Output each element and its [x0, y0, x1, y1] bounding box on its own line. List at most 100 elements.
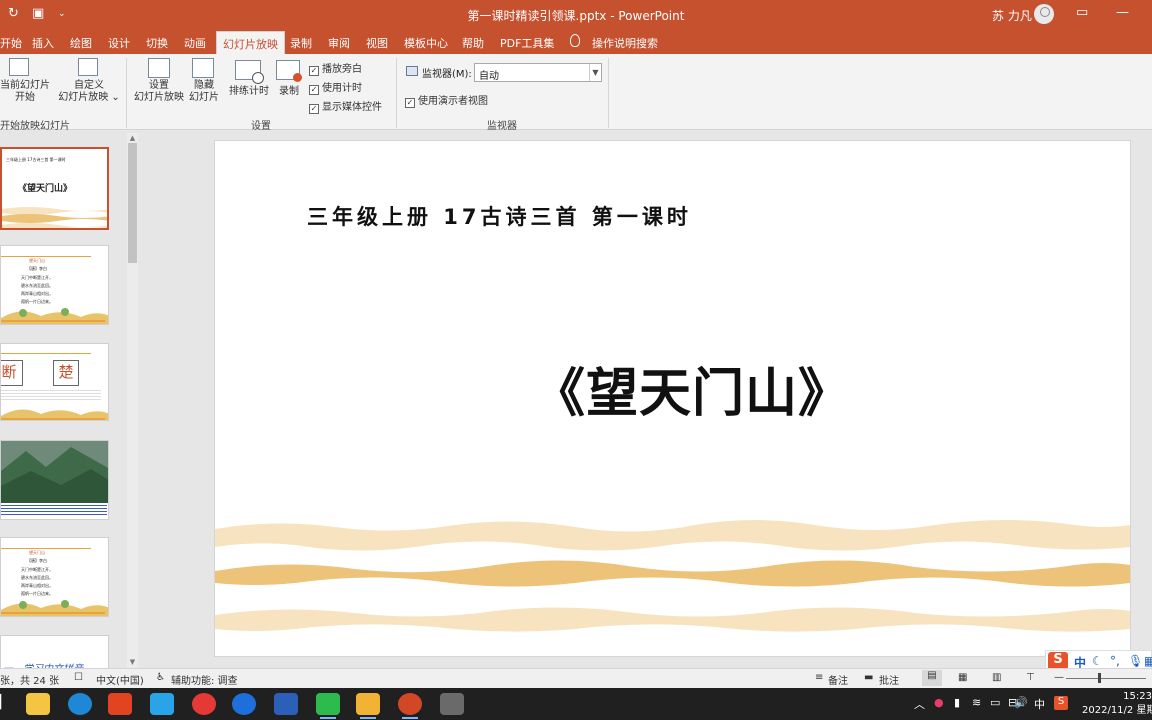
- tab-record[interactable]: 录制: [290, 35, 312, 51]
- battery-icon[interactable]: ▭: [990, 696, 1000, 709]
- hide-label-1: 隐藏: [194, 80, 214, 91]
- slide-subtitle[interactable]: 三年级上册 17古诗三首 第一课时: [307, 201, 692, 231]
- media-controls-label: 显示媒体控件: [322, 102, 382, 113]
- tab-transitions[interactable]: 切换: [146, 35, 168, 51]
- wifi-icon[interactable]: ≋: [972, 696, 981, 709]
- slide-thumbnail-1[interactable]: 三年级上册 17古诗三首 第一课时 《望天门山》: [0, 147, 109, 230]
- punctuation-icon[interactable]: °,: [1110, 654, 1120, 668]
- comments-button[interactable]: 批注: [879, 672, 899, 687]
- thumb3-landscape: [1, 409, 108, 420]
- bilibili-icon[interactable]: [150, 693, 174, 715]
- slide-sorter-icon[interactable]: ▦: [958, 672, 967, 683]
- volume-icon[interactable]: 🔊: [1014, 696, 1028, 709]
- screen-recorder-icon[interactable]: [440, 693, 464, 715]
- decorative-waves: [215, 520, 1130, 632]
- tab-view[interactable]: 视图: [366, 35, 388, 51]
- hide-slide-icon: [192, 58, 214, 78]
- minimize-icon[interactable]: —: [1116, 5, 1129, 20]
- use-timings-checkbox[interactable]: ✓ 使用计时: [309, 79, 362, 95]
- language-indicator[interactable]: 中文(中国): [96, 672, 144, 687]
- keyboard-icon[interactable]: ▦: [1144, 654, 1152, 668]
- from-current-label-1: 当前幻灯片: [0, 80, 50, 91]
- slide-thumbnail-2[interactable]: 望天门山 【唐】李白 天门中断楚江开， 碧水东流至此回。 两岸青山相对出， 孤帆一片日…: [0, 245, 109, 325]
- record-button[interactable]: 录制: [274, 60, 304, 98]
- from-current-slide-button[interactable]: 当前幻灯片 开始: [0, 58, 50, 104]
- netease-music-icon[interactable]: [192, 693, 216, 715]
- tab-help[interactable]: 帮助: [462, 35, 484, 51]
- search-app-icon[interactable]: [356, 693, 380, 719]
- reading-view-icon[interactable]: ▥: [992, 672, 1001, 683]
- notes-icon[interactable]: ≡: [815, 672, 823, 683]
- accessibility-status[interactable]: 辅助功能: 调查: [171, 672, 238, 687]
- group-setup: 设置: [251, 121, 271, 132]
- setup-slideshow-button[interactable]: 设置 幻灯片放映: [134, 58, 184, 104]
- rehearse-timings-button[interactable]: 排练计时: [228, 60, 270, 98]
- slide-canvas[interactable]: 三年级上册 17古诗三首 第一课时 《望天门山》: [215, 141, 1130, 656]
- chevron-up-icon[interactable]: ︿: [914, 696, 925, 712]
- tab-animations[interactable]: 动画: [184, 35, 206, 51]
- tab-design[interactable]: 设计: [108, 35, 130, 51]
- edge-icon[interactable]: [68, 693, 92, 715]
- ime-indicator[interactable]: 中: [1034, 696, 1045, 712]
- slide-thumbnail-4[interactable]: [0, 440, 109, 520]
- spelling-icon[interactable]: ☐: [74, 672, 83, 683]
- accessibility-icon[interactable]: ♿: [156, 672, 165, 683]
- thumb2-author: 【唐】李白: [27, 266, 47, 271]
- record-indicator-icon[interactable]: ●: [934, 696, 944, 709]
- task-view-icon[interactable]: ▏: [0, 695, 10, 710]
- slide-thumbnail-3[interactable]: 断 楚: [0, 343, 109, 421]
- word-icon[interactable]: [274, 693, 298, 715]
- presenter-view-checkbox[interactable]: ✓ 使用演示者视图: [405, 92, 488, 108]
- tab-slideshow[interactable]: 幻灯片放映: [216, 31, 285, 54]
- zoom-out-icon[interactable]: —: [1054, 672, 1064, 683]
- thumb5-title: 望天门山: [29, 550, 45, 555]
- slideshow-view-icon[interactable]: ⊤: [1026, 672, 1035, 683]
- thumbnail-scrollbar[interactable]: ▲ ▼: [127, 133, 138, 668]
- setup-show-icon: [148, 58, 170, 78]
- ribbon-display-icon[interactable]: ▭: [1076, 5, 1088, 20]
- file-explorer-icon[interactable]: [26, 693, 50, 715]
- tab-insert[interactable]: 插入: [32, 35, 54, 51]
- wechat-icon[interactable]: [316, 693, 340, 719]
- divider: [126, 58, 127, 128]
- monitor-label: 监视器(M):: [422, 69, 472, 80]
- scrollbar-thumb[interactable]: [128, 143, 137, 263]
- tab-review[interactable]: 审阅: [328, 35, 350, 51]
- moon-icon[interactable]: ☾: [1092, 654, 1103, 668]
- monitor-select[interactable]: 自动 ▼: [474, 63, 602, 82]
- hide-slide-button[interactable]: 隐藏 幻灯片: [187, 58, 221, 104]
- scroll-up-icon[interactable]: ▲: [127, 134, 138, 142]
- pinyin-app-icon[interactable]: [232, 693, 256, 715]
- notes-button[interactable]: 备注: [828, 672, 848, 687]
- tab-template-center[interactable]: 模板中心: [404, 35, 448, 51]
- comments-icon[interactable]: ▬: [864, 672, 873, 683]
- mic-tray-icon[interactable]: ▮: [954, 696, 960, 709]
- scroll-down-icon[interactable]: ▼: [127, 658, 138, 666]
- system-clock[interactable]: 15:23 2022/11/2 星期: [1082, 690, 1152, 718]
- zoom-slider-thumb[interactable]: [1098, 673, 1101, 683]
- tab-pdf-tools[interactable]: PDF工具集: [500, 35, 554, 51]
- zoom-slider[interactable]: [1066, 678, 1146, 679]
- tab-home[interactable]: 开始: [0, 35, 22, 51]
- office-icon[interactable]: [108, 693, 132, 715]
- thumb4-mountain-photo: [1, 441, 108, 503]
- tab-draw[interactable]: 绘图: [70, 35, 92, 51]
- user-avatar[interactable]: [1034, 4, 1054, 24]
- slide-count: 张，共 24 张: [0, 676, 60, 687]
- custom-show-label-2: 幻灯片放映 ⌄: [58, 92, 120, 103]
- narration-checkbox[interactable]: ✓ 播放旁白: [309, 60, 362, 76]
- user-name[interactable]: 苏 力凡: [992, 7, 1032, 24]
- microphone-icon[interactable]: 🎙: [1128, 654, 1143, 668]
- powerpoint-icon[interactable]: [398, 693, 422, 719]
- thumb3-char-b: 楚: [53, 360, 79, 386]
- monitor-value: 自动: [479, 71, 499, 82]
- slide-title[interactable]: 《望天门山》: [533, 351, 851, 426]
- custom-slideshow-button[interactable]: 自定义 幻灯片放映 ⌄: [58, 58, 120, 104]
- chevron-down-icon[interactable]: ▼: [589, 64, 601, 81]
- normal-view-icon[interactable]: ▤: [922, 670, 942, 686]
- slide-thumbnail-5[interactable]: 望天门山 【唐】李白 天门中断楚江开， 碧水东流至此回。 两岸青山相对出， 孤帆一片日…: [0, 537, 109, 617]
- group-start-slideshow: 开始放映幻灯片: [0, 121, 70, 132]
- tell-me-search[interactable]: 操作说明搜索: [592, 35, 658, 51]
- sogou-tray-icon[interactable]: S: [1054, 696, 1068, 710]
- media-controls-checkbox[interactable]: ✓ 显示媒体控件: [309, 98, 382, 114]
